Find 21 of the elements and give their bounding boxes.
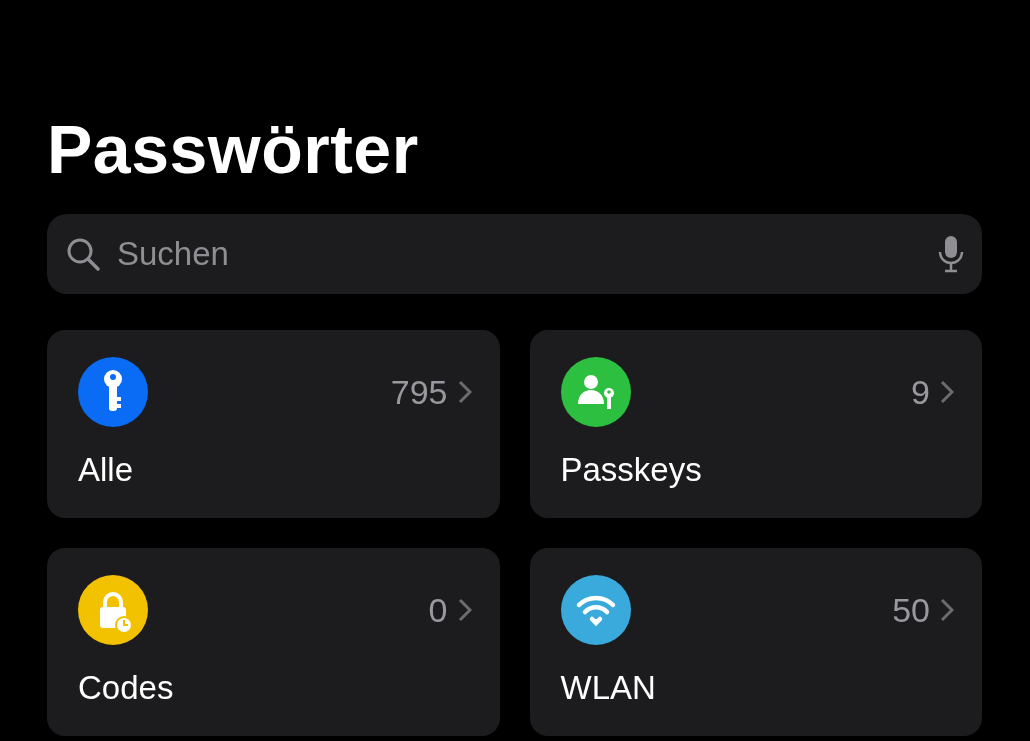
category-label: Alle xyxy=(78,451,134,489)
category-label: WLAN xyxy=(560,669,656,707)
chevron-icon xyxy=(940,598,954,622)
search-bar[interactable]: Suchen xyxy=(47,214,982,294)
item-count: 0 xyxy=(428,590,448,630)
item-count: 9 xyxy=(911,372,930,412)
chevron-icon xyxy=(457,380,472,404)
category-label: Codes xyxy=(78,669,174,707)
item-count: 50 xyxy=(892,590,930,630)
search-field[interactable]: Suchen xyxy=(115,234,922,274)
item-count: 795 xyxy=(390,372,448,412)
category-card[interactable]: 0 Codes xyxy=(47,548,500,736)
microphone-icon[interactable] xyxy=(936,234,966,274)
chevron-icon xyxy=(457,598,472,622)
category-card[interactable]: 795 Alle xyxy=(47,330,500,518)
chevron-icon xyxy=(940,380,954,404)
category-card[interactable]: 50 WLAN xyxy=(529,548,982,736)
search-icon xyxy=(65,236,101,272)
page-title: Passwörter xyxy=(47,110,420,189)
category-card[interactable]: 9 Passkeys xyxy=(529,330,982,518)
category-label: Passkeys xyxy=(560,451,702,489)
